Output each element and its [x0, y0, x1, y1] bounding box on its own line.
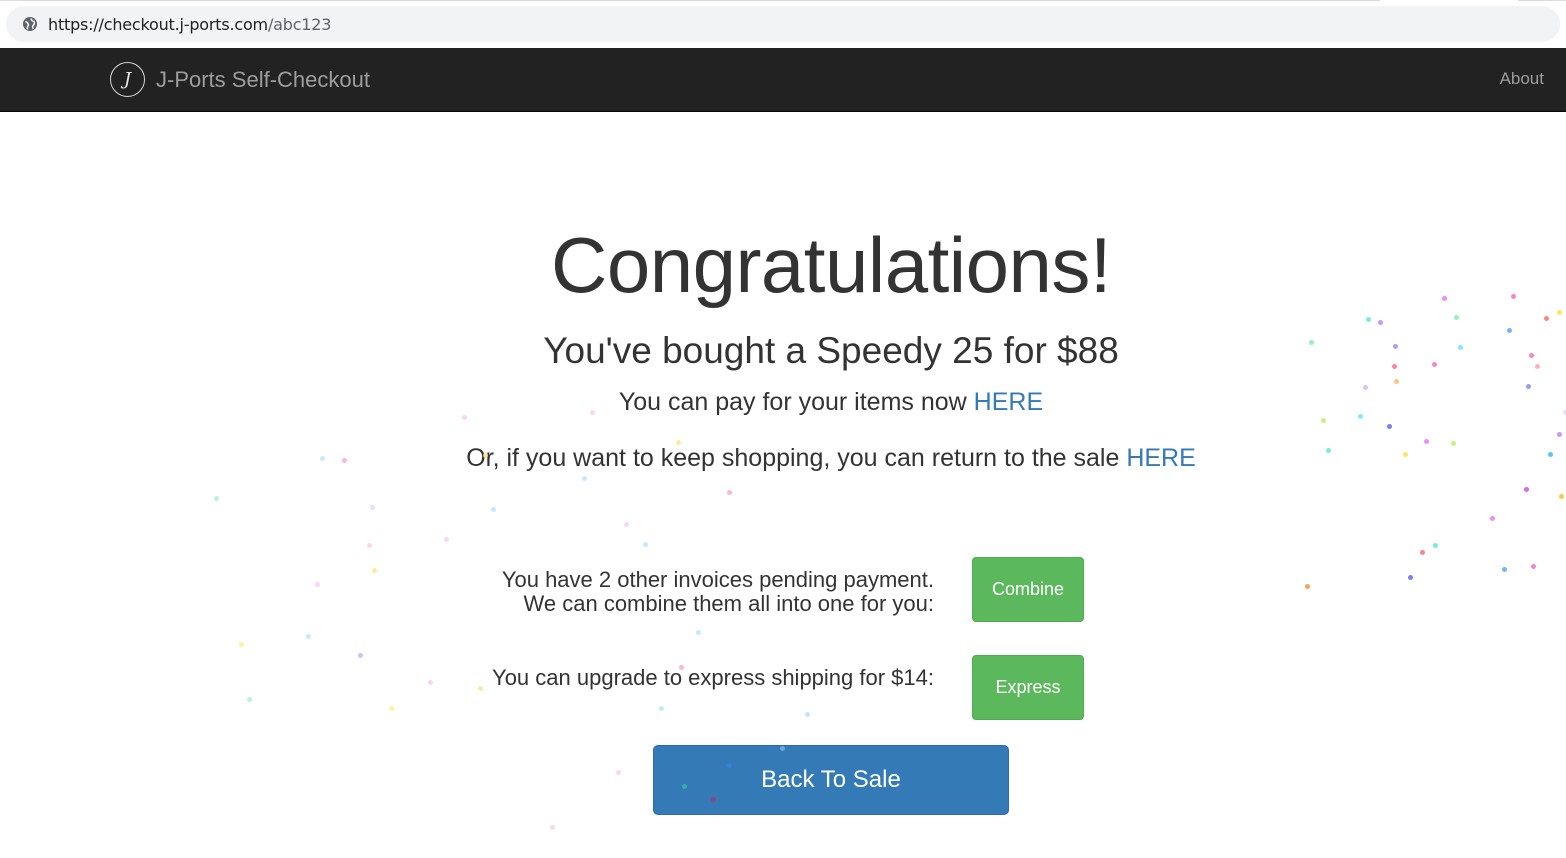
combine-line-2: We can combine them all into one for you… [523, 591, 934, 616]
combine-invoices-text: You have 2 other invoices pending paymen… [380, 568, 934, 616]
globe-icon[interactable] [22, 16, 38, 32]
url-path: /abc123 [267, 14, 332, 34]
brand-link[interactable]: J J-Ports Self-Checkout [110, 62, 370, 97]
url-text[interactable]: https://checkout.j-ports.com/abc123 [48, 15, 331, 34]
brand-name: J-Ports Self-Checkout [156, 66, 370, 92]
checkout-confirmation: Congratulations! You've bought a Speedy … [0, 112, 1566, 858]
brand-logo-icon: J [110, 62, 145, 97]
url-host: https://checkout.j-ports.com [48, 14, 268, 34]
purchase-summary: You've bought a Speedy 25 for $88 [543, 330, 1119, 371]
express-shipping-text: You can upgrade to express shipping for … [492, 665, 934, 690]
combine-line-1: You have 2 other invoices pending paymen… [501, 567, 934, 592]
address-bar[interactable]: https://checkout.j-ports.com/abc123 [6, 6, 1560, 42]
tab-strip-edge [0, 0, 1380, 1]
pay-now-link[interactable]: HERE [974, 388, 1043, 416]
page-title: Congratulations! [550, 221, 1112, 309]
return-text: Or, if you want to keep shopping, you ca… [466, 444, 1127, 472]
combine-button[interactable]: Combine [972, 557, 1084, 622]
nav-about-link[interactable]: About [1500, 69, 1544, 89]
back-to-sale-button[interactable]: Back To Sale [653, 745, 1009, 815]
tab-strip-edge [1518, 0, 1566, 1]
return-to-sale-link[interactable]: HERE [1126, 444, 1195, 472]
site-navbar: J J-Ports Self-Checkout About [0, 48, 1566, 112]
browser-toolbar: https://checkout.j-ports.com/abc123 [0, 0, 1566, 48]
express-button[interactable]: Express [972, 655, 1084, 720]
pay-now-text: You can pay for your items now [618, 388, 974, 416]
return-to-sale-line: Or, if you want to keep shopping, you ca… [0, 444, 1566, 473]
pay-now-line: You can pay for your items now HERE [0, 388, 1566, 417]
